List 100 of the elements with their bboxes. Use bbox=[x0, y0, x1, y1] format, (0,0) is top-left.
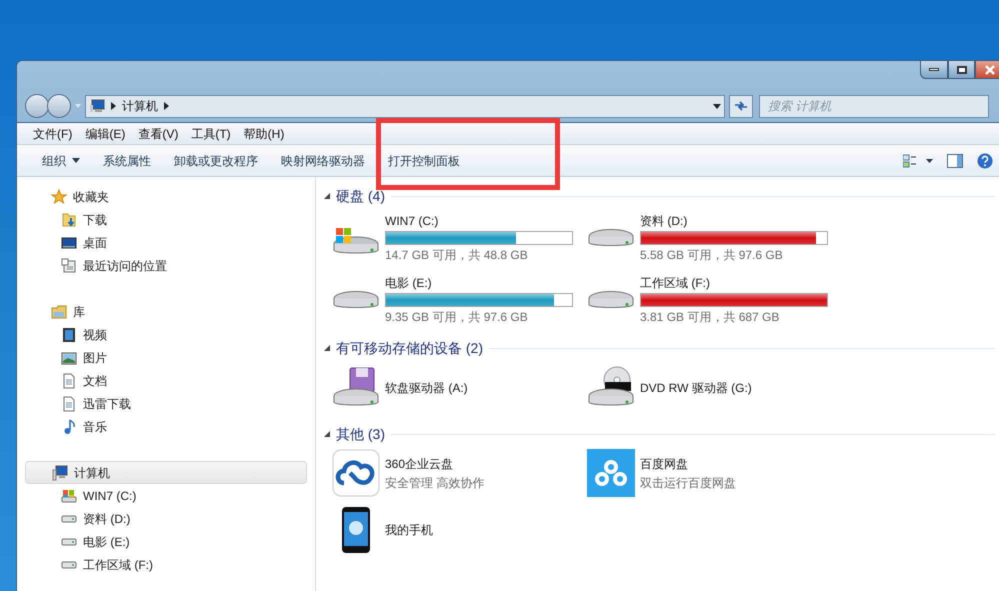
drive-name: WIN7 (C:) bbox=[385, 213, 440, 230]
sidebar-item[interactable]: 视频 bbox=[17, 323, 315, 346]
view-options-icon[interactable] bbox=[903, 154, 933, 168]
sidebar-label: 桌面 bbox=[83, 234, 107, 252]
sidebar-label: 视频 bbox=[83, 326, 107, 344]
group-header[interactable]: 硬盘 (4) bbox=[336, 186, 385, 206]
sidebar-label: 迅雷下载 bbox=[83, 396, 131, 412]
forward-button[interactable] bbox=[47, 94, 71, 118]
sidebar-label: 电影 (E:) bbox=[83, 534, 130, 550]
hard-drive-icon bbox=[332, 289, 380, 311]
help-icon[interactable] bbox=[977, 152, 993, 168]
drive-item[interactable]: 360企业云盘 安全管理 高效协作 bbox=[332, 447, 587, 499]
drive-icon bbox=[61, 538, 77, 546]
address-bar[interactable]: 计算机 bbox=[85, 94, 725, 118]
menu-item[interactable]: 工具(T) bbox=[191, 124, 231, 142]
sidebar-item[interactable]: 计算机 bbox=[25, 461, 307, 484]
menu-item[interactable]: 帮助(H) bbox=[244, 124, 284, 142]
drive-detail: 双击运行百度网盘 bbox=[640, 474, 736, 492]
sidebar-label: 收藏夹 bbox=[73, 188, 109, 206]
hard-drive-icon bbox=[587, 289, 635, 311]
chevron-icon[interactable] bbox=[164, 102, 169, 110]
sidebar-item[interactable]: 桌面 bbox=[17, 231, 315, 254]
minimize-button[interactable] bbox=[920, 60, 948, 79]
sidebar-item[interactable]: 库 bbox=[25, 300, 307, 323]
chevron-icon[interactable] bbox=[111, 102, 116, 110]
maximize-button[interactable] bbox=[948, 60, 975, 79]
drive-name: 电影 (E:) bbox=[385, 275, 433, 292]
sidebar-label: 库 bbox=[73, 304, 85, 320]
drive-item[interactable]: WIN7 (C:) 14.7 GB 可用，共 48.8 GB bbox=[332, 209, 587, 267]
sidebar-label: 计算机 bbox=[74, 464, 110, 482]
cloud-app-icon bbox=[332, 449, 380, 497]
drive-name: 360企业云盘 bbox=[385, 456, 454, 472]
breadcrumb-item[interactable]: 计算机 bbox=[122, 97, 158, 116]
sidebar-label: 最近访问的位置 bbox=[83, 258, 167, 274]
sidebar-label: 下载 bbox=[83, 212, 107, 228]
sidebar-item[interactable]: 资料 (D:) bbox=[17, 507, 315, 530]
menu-item[interactable]: 编辑(E) bbox=[85, 124, 126, 142]
drive-item[interactable]: 百度网盘 双击运行百度网盘 bbox=[587, 447, 842, 499]
collapse-icon[interactable] bbox=[324, 345, 330, 351]
sidebar-item[interactable]: 工作区域 (F:) bbox=[17, 553, 315, 576]
drive-item[interactable]: 资料 (D:) 5.58 GB 可用，共 97.6 GB bbox=[587, 209, 842, 267]
sidebar-label: 资料 (D:) bbox=[83, 510, 130, 528]
menu-item[interactable]: 文件(F) bbox=[33, 124, 72, 142]
collapse-icon[interactable] bbox=[324, 431, 330, 437]
drive-icon bbox=[61, 560, 77, 568]
drive-item[interactable]: 我的手机 bbox=[332, 503, 587, 557]
sidebar-item[interactable]: 下载 bbox=[17, 208, 315, 231]
recent-places-icon bbox=[61, 258, 77, 274]
sidebar-item[interactable]: 文档 bbox=[17, 369, 315, 392]
group-header[interactable]: 其他 (3) bbox=[336, 424, 385, 444]
document-icon bbox=[61, 396, 77, 412]
sidebar-label: WIN7 (C:) bbox=[83, 488, 136, 504]
collapse-icon[interactable] bbox=[324, 193, 330, 199]
drive-name: 工作区域 (F:) bbox=[640, 275, 711, 292]
toolbar-button[interactable]: 系统属性 bbox=[94, 148, 160, 172]
drive-detail: 14.7 GB 可用，共 48.8 GB bbox=[385, 247, 529, 264]
toolbar-button[interactable]: 映射网络驱动器 bbox=[272, 148, 374, 172]
sidebar-item[interactable]: 音乐 bbox=[17, 415, 315, 438]
toolbar-button[interactable]: 组织 bbox=[33, 148, 89, 172]
group-header[interactable]: 有可移动存储的设备 (2) bbox=[336, 338, 483, 358]
computer-icon bbox=[52, 464, 68, 480]
refresh-button[interactable] bbox=[729, 94, 753, 118]
film-icon bbox=[61, 326, 77, 342]
drive-icon bbox=[61, 514, 77, 522]
drive-item[interactable]: 软盘驱动器 (A:) bbox=[332, 361, 587, 415]
close-icon bbox=[985, 64, 995, 74]
hard-drive-icon bbox=[587, 227, 635, 249]
drive-item[interactable]: 工作区域 (F:) 3.81 GB 可用，共 687 GB bbox=[587, 271, 842, 329]
drive-name: 资料 (D:) bbox=[640, 213, 688, 230]
drive-name: 我的手机 bbox=[385, 522, 433, 539]
refresh-icon bbox=[734, 100, 748, 112]
back-button[interactable] bbox=[25, 94, 49, 118]
toolbar-button[interactable]: 卸载或更改程序 bbox=[165, 148, 267, 172]
sidebar-item[interactable]: 收藏夹 bbox=[25, 185, 307, 208]
close-button[interactable] bbox=[975, 60, 999, 79]
drive-detail: 3.81 GB 可用，共 687 GB bbox=[640, 309, 780, 326]
drive-detail: 安全管理 高效协作 bbox=[385, 474, 484, 492]
sidebar-item[interactable]: 图片 bbox=[17, 346, 315, 369]
drive-item[interactable]: DVD RW 驱动器 (G:) bbox=[587, 361, 842, 415]
sidebar-item[interactable]: 迅雷下载 bbox=[17, 392, 315, 415]
document-icon bbox=[61, 372, 77, 388]
sidebar-item[interactable]: 最近访问的位置 bbox=[17, 254, 315, 277]
drive-name: DVD RW 驱动器 (G:) bbox=[640, 380, 752, 397]
sidebar-item[interactable]: WIN7 (C:) bbox=[17, 484, 315, 507]
toolbar-button[interactable]: 打开控制面板 bbox=[379, 148, 469, 172]
picture-icon bbox=[61, 350, 77, 366]
dropdown-icon[interactable] bbox=[713, 104, 721, 109]
library-folder-icon bbox=[51, 304, 67, 320]
cloud-app-icon bbox=[587, 449, 635, 497]
caret-icon bbox=[72, 158, 80, 163]
download-folder-icon bbox=[61, 212, 77, 228]
preview-pane-icon[interactable] bbox=[947, 154, 963, 168]
drive-detail: 9.35 GB 可用，共 97.6 GB bbox=[385, 309, 529, 326]
drive-name: 百度网盘 bbox=[640, 456, 689, 472]
sidebar-item[interactable]: 电影 (E:) bbox=[17, 530, 315, 553]
monitor-icon bbox=[61, 234, 77, 250]
menu-item[interactable]: 查看(V) bbox=[138, 124, 178, 142]
sidebar-label: 图片 bbox=[83, 350, 107, 366]
computer-icon bbox=[89, 99, 105, 114]
drive-item[interactable]: 电影 (E:) 9.35 GB 可用，共 97.6 GB bbox=[332, 271, 587, 329]
